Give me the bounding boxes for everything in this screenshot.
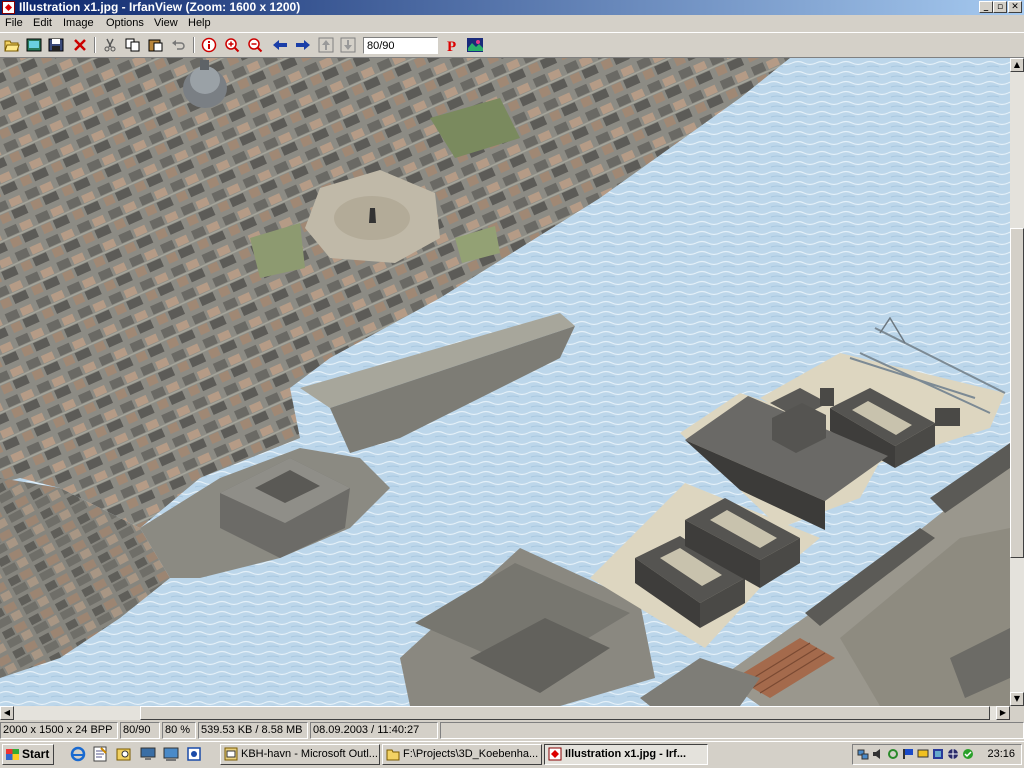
irfanview-task-icon xyxy=(548,747,562,761)
start-button[interactable]: Start xyxy=(2,744,54,765)
menu-image[interactable]: Image xyxy=(63,15,94,32)
notepad-icon[interactable] xyxy=(92,746,108,762)
scroll-up-button[interactable]: ▲ xyxy=(1010,58,1024,72)
chat-icon[interactable] xyxy=(917,748,929,760)
status-filesize: 539.53 KB / 8.58 MB xyxy=(198,722,308,739)
scroll-down-button[interactable]: ▼ xyxy=(1010,692,1024,706)
sync-icon[interactable] xyxy=(887,748,899,760)
network-icon[interactable] xyxy=(857,748,869,760)
vertical-scroll-thumb[interactable] xyxy=(1010,228,1024,558)
info-icon[interactable] xyxy=(199,36,219,54)
menu-edit[interactable]: Edit xyxy=(33,15,52,32)
window-title: Illustration x1.jpg - IrfanView (Zoom: 1… xyxy=(19,0,301,14)
menu-help[interactable]: Help xyxy=(188,15,211,32)
open-icon[interactable] xyxy=(2,36,22,54)
folder-icon xyxy=(386,747,400,761)
task-explorer-label: F:\Projects\3D_Koebenha... xyxy=(403,748,539,760)
task-outlook-label: KBH-havn - Microsoft Outl... xyxy=(241,748,378,760)
task-irfanview[interactable]: Illustration x1.jpg - Irf... xyxy=(544,744,708,765)
horizontal-scrollbar[interactable]: ◀ ▶ xyxy=(0,706,1010,720)
first-icon[interactable] xyxy=(316,36,336,54)
outlook-icon xyxy=(224,747,238,761)
zoom-out-icon[interactable] xyxy=(245,36,265,54)
globe-icon[interactable] xyxy=(947,748,959,760)
status-date: 08.09.2003 / 11:40:27 xyxy=(310,722,438,739)
menu-bar: File Edit Image Options View Help xyxy=(0,15,1024,32)
start-label: Start xyxy=(22,747,50,761)
windows-logo-icon xyxy=(6,749,19,760)
scroll-right-button[interactable]: ▶ xyxy=(996,706,1010,720)
search-icon[interactable] xyxy=(116,746,132,762)
image-viewport[interactable] xyxy=(0,58,1010,706)
aerial-3d-harbour-city-image xyxy=(0,58,1010,706)
status-page: 80/90 xyxy=(120,722,160,739)
size-grip xyxy=(1010,706,1024,720)
undo-icon[interactable] xyxy=(169,36,189,54)
next-icon[interactable] xyxy=(293,36,313,54)
print-icon[interactable]: P xyxy=(442,36,462,54)
last-icon[interactable] xyxy=(338,36,358,54)
slideshow-icon[interactable] xyxy=(24,36,44,54)
monitor-icon[interactable] xyxy=(163,746,179,762)
outlook-quicklaunch-icon[interactable] xyxy=(186,746,202,762)
status-bar: 2000 x 1500 x 24 BPP 80/90 80 % 539.53 K… xyxy=(0,720,1024,741)
title-bar[interactable]: Illustration x1.jpg - IrfanView (Zoom: 1… xyxy=(0,0,1024,15)
task-explorer[interactable]: F:\Projects\3D_Koebenha... xyxy=(382,744,542,765)
menu-file[interactable]: File xyxy=(5,15,23,32)
scroll-left-button[interactable]: ◀ xyxy=(0,706,14,720)
menu-options[interactable]: Options xyxy=(106,15,144,32)
minimize-button[interactable]: _ xyxy=(979,1,993,13)
speaker-icon[interactable] xyxy=(872,748,884,760)
antivirus-icon[interactable] xyxy=(962,748,974,760)
restore-button[interactable]: ▫ xyxy=(993,1,1007,13)
ie-icon[interactable] xyxy=(70,746,86,762)
status-empty-panel xyxy=(440,722,1024,739)
toolbar: P xyxy=(0,32,1024,58)
irfanview-app-icon[interactable] xyxy=(2,1,15,14)
page-input[interactable] xyxy=(363,37,438,54)
task-outlook[interactable]: KBH-havn - Microsoft Outl... xyxy=(220,744,380,765)
irfanview-icon[interactable] xyxy=(465,36,485,54)
status-zoom: 80 % xyxy=(162,722,196,739)
system-tray: 23:16 xyxy=(852,744,1022,765)
cut-icon[interactable] xyxy=(100,36,120,54)
copy-icon[interactable] xyxy=(123,36,143,54)
desktop-icon[interactable] xyxy=(140,746,156,762)
flag-icon[interactable] xyxy=(902,748,914,760)
zoom-in-icon[interactable] xyxy=(222,36,242,54)
svg-text:P: P xyxy=(447,39,456,53)
device-icon[interactable] xyxy=(932,748,944,760)
task-irfanview-label: Illustration x1.jpg - Irf... xyxy=(565,748,687,760)
menu-view[interactable]: View xyxy=(154,15,178,32)
status-dimensions: 2000 x 1500 x 24 BPP xyxy=(0,722,118,739)
taskbar: Start KBH-havn - Microsoft Outl... F:\Pr… xyxy=(0,741,1024,768)
horizontal-scroll-thumb[interactable] xyxy=(140,706,990,720)
previous-icon[interactable] xyxy=(270,36,290,54)
close-button[interactable]: ✕ xyxy=(1008,1,1022,13)
delete-icon[interactable] xyxy=(70,36,90,54)
clock[interactable]: 23:16 xyxy=(987,745,1015,764)
save-icon[interactable] xyxy=(46,36,66,54)
paste-icon[interactable] xyxy=(146,36,166,54)
vertical-scrollbar[interactable]: ▲ ▼ xyxy=(1010,58,1024,720)
